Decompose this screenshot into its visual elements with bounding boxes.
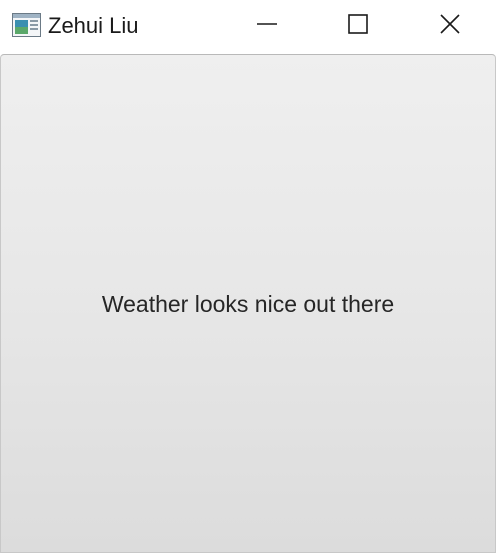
maximize-icon xyxy=(348,13,368,39)
minimize-button[interactable] xyxy=(221,0,313,52)
content-panel: Weather looks nice out there xyxy=(0,54,496,553)
title-bar[interactable]: Zehui Liu xyxy=(0,0,496,54)
weather-message: Weather looks nice out there xyxy=(101,291,395,317)
window-title: Zehui Liu xyxy=(48,13,139,38)
close-icon xyxy=(440,13,460,39)
minimize-icon xyxy=(257,14,277,39)
app-window-icon xyxy=(12,13,41,37)
close-button[interactable] xyxy=(404,0,496,52)
app-window: Zehui Liu Weather looks nice out there xyxy=(0,0,496,553)
maximize-button[interactable] xyxy=(312,0,404,52)
